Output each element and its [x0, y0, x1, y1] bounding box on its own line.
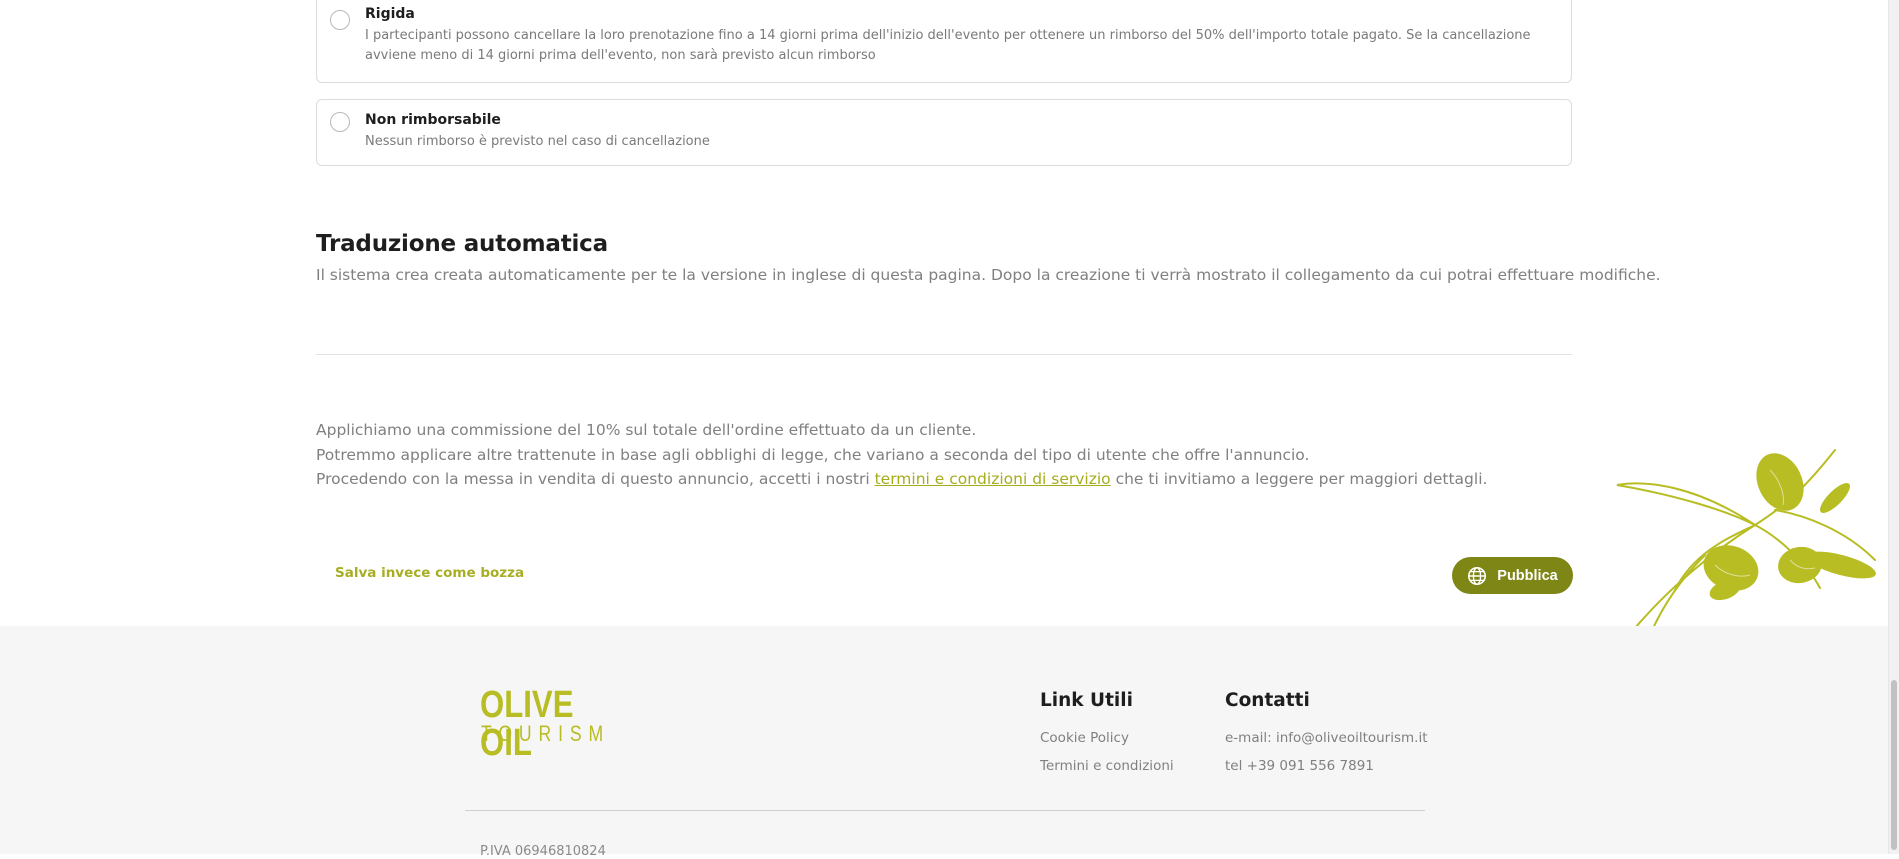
commission-info: Applichiamo una commissione del 10% sul …: [316, 418, 1576, 492]
contacts-heading: Contatti: [1225, 690, 1310, 711]
divider: [316, 354, 1572, 355]
publish-button[interactable]: Pubblica: [1452, 557, 1573, 594]
scrollbar-thumb[interactable]: [1891, 680, 1897, 850]
terms-line: Procedendo con la messa in vendita di qu…: [316, 467, 1576, 492]
logo-line-2: TOURISM: [481, 721, 610, 746]
footer-contacts-column: Contatti e-mail: info@oliveoiltourism.it…: [1225, 690, 1428, 774]
radio-button[interactable]: [330, 112, 350, 132]
vat-number: P.IVA 06946810824: [480, 844, 606, 859]
olive-branch-illustration: [1616, 449, 1876, 641]
footer-divider: [465, 810, 1425, 811]
cookie-policy-link[interactable]: Cookie Policy: [1040, 730, 1129, 746]
terms-text-before: Procedendo con la messa in vendita di qu…: [316, 470, 875, 488]
refund-option-title: Non rimborsabile: [365, 112, 501, 128]
refund-option-non-rimborsabile[interactable]: Non rimborsabile Nessun rimborso è previ…: [316, 99, 1572, 166]
page-scrollbar[interactable]: [1888, 0, 1899, 854]
refund-option-title: Rigida: [365, 6, 415, 22]
globe-icon: [1467, 566, 1487, 586]
translation-title: Traduzione automatica: [316, 231, 608, 257]
contact-email[interactable]: e-mail: info@oliveoiltourism.it: [1225, 730, 1428, 746]
olive-oil-tourism-logo[interactable]: OLIVE OIL TOURISM: [480, 686, 610, 762]
publish-label: Pubblica: [1497, 567, 1558, 584]
contact-phone[interactable]: tel +39 091 556 7891: [1225, 758, 1374, 774]
translation-text: Il sistema crea creata automaticamente p…: [316, 266, 1661, 284]
footer-links-column: Link Utili Cookie Policy Termini e condi…: [1040, 690, 1174, 774]
refund-option-description: I partecipanti possono cancellare la lor…: [365, 28, 1531, 63]
refund-option-description: Nessun rimborso è previsto nel caso di c…: [365, 134, 710, 149]
deductions-line: Potremmo applicare altre trattenute in b…: [316, 445, 1310, 464]
commission-line: Applichiamo una commissione del 10% sul …: [316, 421, 977, 439]
terms-link[interactable]: termini e condizioni di servizio: [875, 470, 1111, 488]
links-heading: Link Utili: [1040, 690, 1133, 711]
page: Rigida I partecipanti possono cancellare…: [0, 0, 1888, 859]
refund-option-rigida[interactable]: Rigida I partecipanti possono cancellare…: [316, 0, 1572, 83]
terms-text-after: che ti invitiamo a leggere per maggiori …: [1110, 470, 1488, 488]
save-draft-link[interactable]: Salva invece come bozza: [335, 565, 524, 581]
radio-button[interactable]: [330, 10, 350, 30]
terms-conditions-link[interactable]: Termini e condizioni: [1040, 758, 1174, 774]
footer: OLIVE OIL TOURISM Link Utili Cookie Poli…: [0, 626, 1888, 859]
